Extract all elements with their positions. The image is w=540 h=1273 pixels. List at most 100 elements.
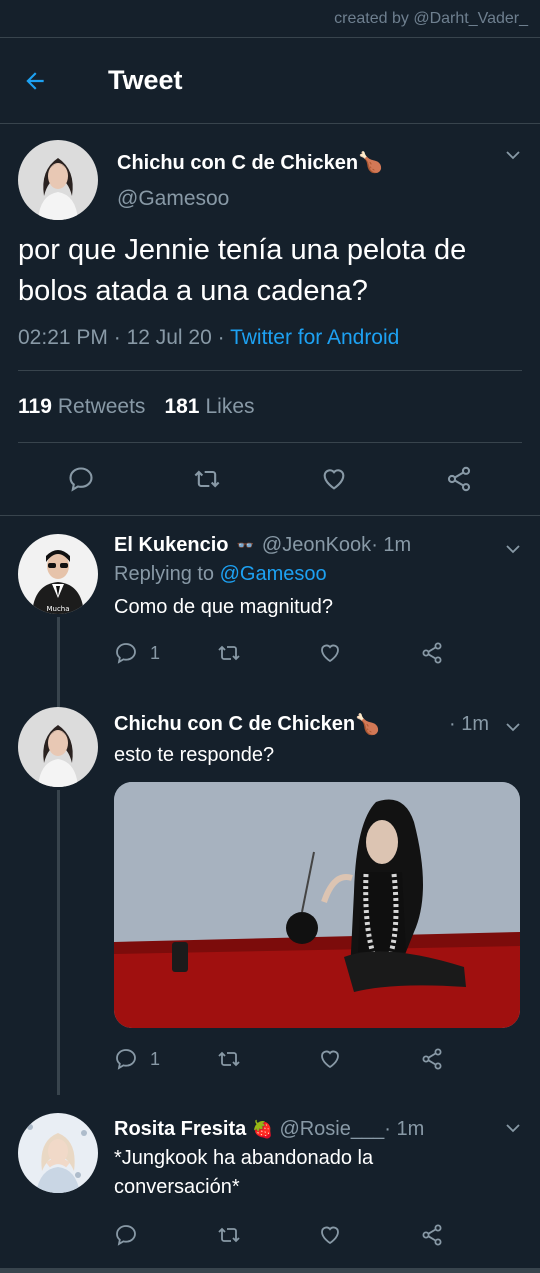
tweet-source-link[interactable]: Twitter for Android (230, 326, 399, 349)
reply-author-handle[interactable]: @Rosie___ (279, 1118, 384, 1141)
reply-count: 1 (150, 1048, 161, 1069)
chevron-down-icon (506, 1124, 520, 1133)
share-button[interactable] (420, 1223, 522, 1247)
like-button[interactable] (318, 1047, 420, 1071)
thread-line (57, 699, 60, 707)
thread-line (57, 617, 60, 699)
like-icon (321, 644, 339, 663)
main-tweet: Chichu con C de Chicken🍗 @Gamesoo por qu… (0, 124, 540, 515)
like-button[interactable] (318, 1223, 420, 1247)
reply-count: 1 (150, 642, 161, 663)
reply-icon (116, 643, 136, 664)
likes-count[interactable]: 181 Likes (164, 395, 254, 419)
watermark-bar: created by @Darht_Vader_ (0, 0, 540, 38)
reply-button[interactable]: 1 (114, 641, 216, 665)
reply-author-name[interactable]: Rosita Fresita (114, 1118, 246, 1141)
page-title: Tweet (108, 65, 183, 95)
like-button[interactable] (318, 641, 420, 665)
reply-author-name[interactable]: Chichu con C de Chicken (114, 713, 355, 736)
retweets-label: Retweets (57, 394, 146, 418)
author-emoji: 🍗 (355, 714, 381, 736)
reply-actions: 1 (114, 1044, 522, 1074)
avatar[interactable] (18, 1113, 98, 1193)
tweet-actions (18, 443, 522, 515)
reply-text: esto te responde? (114, 744, 275, 766)
reply-author-name[interactable]: El Kukencio (114, 534, 228, 557)
like-icon (321, 1050, 339, 1069)
watermark: created by @Darht_Vader_ (334, 10, 528, 27)
reply-button[interactable] (114, 1223, 216, 1247)
engagement-counts: 119 Retweets 181 Likes (18, 371, 522, 442)
chevron-down-icon (506, 151, 520, 160)
author-emoji: 👓 (236, 537, 254, 553)
retweets-count[interactable]: 119 Retweets (18, 395, 145, 419)
chevron-down-icon (506, 545, 520, 554)
likes-label: Likes (205, 394, 255, 418)
reply-icon (116, 1049, 136, 1070)
tweet-meta: 02:21 PM · 12 Jul 20 · Twitter for Andro… (18, 326, 522, 350)
author-row: Chichu con C de Chicken🍗 @Gamesoo (18, 124, 522, 224)
reply-text: Como de que magnitud? (114, 596, 334, 618)
replying-to-link[interactable]: @Gamesoo (220, 563, 327, 585)
tweet-time: 02:21 PM (18, 326, 108, 349)
avatar[interactable] (18, 140, 98, 220)
share-button[interactable] (445, 465, 473, 493)
retweet-icon (218, 645, 240, 661)
share-icon (422, 642, 442, 664)
replying-to: Replying to @Gamesoo (114, 563, 522, 586)
tweet-menu-button[interactable] (504, 540, 522, 558)
share-icon (448, 466, 471, 492)
replying-prefix: Replying to (114, 563, 220, 585)
top-app-bar: Tweet (0, 38, 540, 124)
reply-actions (114, 1220, 522, 1250)
reply-icon (69, 467, 93, 492)
thread-line (57, 790, 60, 1095)
reply-button[interactable]: 1 (114, 1047, 216, 1071)
share-icon (422, 1048, 442, 1070)
avatar[interactable] (18, 707, 98, 787)
tweet-menu-button[interactable] (504, 146, 522, 164)
retweet-button[interactable] (192, 465, 222, 493)
tweet-menu-button[interactable] (504, 718, 522, 736)
like-button[interactable] (320, 465, 348, 493)
reply-actions: 1 (114, 638, 522, 668)
author-name[interactable]: Chichu con C de Chicken🍗 (117, 150, 383, 175)
bottom-divider (0, 1268, 540, 1273)
author-name-text: Chichu con C de Chicken (117, 152, 359, 174)
retweet-button[interactable] (216, 1223, 318, 1247)
attached-photo[interactable] (114, 782, 520, 1028)
retweet-icon (218, 1051, 240, 1067)
retweets-number: 119 (18, 394, 52, 418)
author-handle[interactable]: @Gamesoo (117, 187, 383, 211)
meta-separator: · (107, 326, 127, 349)
author-info: Chichu con C de Chicken🍗 @Gamesoo (117, 140, 383, 224)
back-button[interactable] (22, 61, 78, 101)
retweet-icon (194, 470, 220, 488)
tweet-menu-button[interactable] (504, 1119, 522, 1137)
reply-header: Chichu con C de Chicken 🍗 · 1m (114, 712, 489, 737)
like-icon (323, 469, 345, 490)
back-arrow-icon (26, 71, 44, 90)
author-emoji: 🍗 (358, 152, 384, 174)
reply-time: · 1m (371, 534, 412, 556)
likes-number: 181 (164, 394, 200, 418)
share-icon (422, 1224, 442, 1246)
reply-header: El Kukencio 👓 @JeonKook · 1m (114, 534, 522, 557)
reply-button[interactable] (67, 465, 95, 493)
chevron-down-icon (506, 723, 520, 732)
retweet-button[interactable] (216, 1047, 318, 1071)
meta-separator: · (211, 326, 231, 349)
retweet-icon (218, 1227, 240, 1243)
avatar[interactable]: Mucha (18, 534, 98, 614)
author-emoji: 🍓 (252, 1119, 274, 1139)
reply-author-handle[interactable]: @JeonKook (262, 534, 371, 557)
like-icon (321, 1226, 339, 1245)
reply-time: · 1m (384, 1118, 425, 1140)
reply-tweet[interactable]: Rosita Fresita 🍓 @Rosie___ · 1m *Jungkoo… (0, 1095, 540, 1246)
share-button[interactable] (420, 1047, 522, 1071)
retweet-button[interactable] (216, 641, 318, 665)
reply-text: *Jungkook ha abandonado la conversación* (114, 1147, 374, 1198)
reply-tweet[interactable]: Mucha El Kukencio 👓 @JeonKook · 1m Reply… (0, 516, 540, 699)
share-button[interactable] (420, 641, 522, 665)
reply-tweet[interactable]: Chichu con C de Chicken 🍗 · 1m esto te r… (0, 699, 540, 1095)
